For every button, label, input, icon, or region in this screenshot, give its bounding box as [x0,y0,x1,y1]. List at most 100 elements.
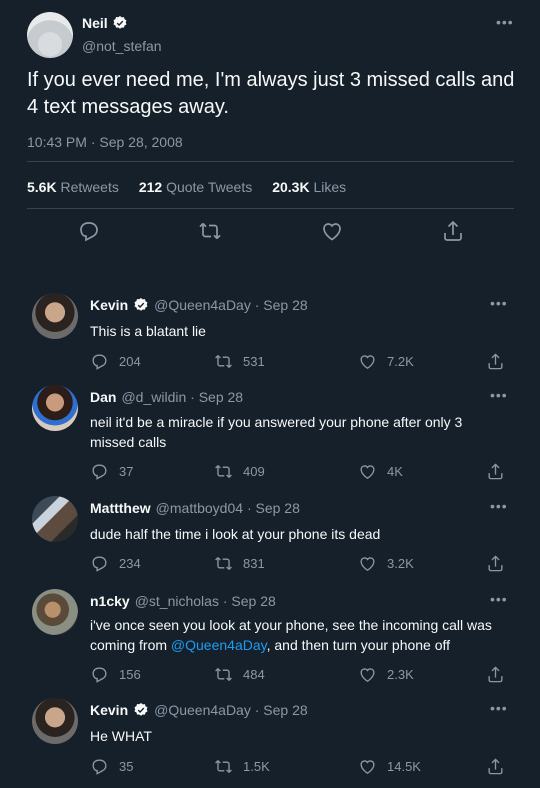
share-button[interactable] [486,554,505,573]
reply-date[interactable]: · Sep 28 [255,702,308,718]
avatar[interactable] [32,698,78,744]
retweet-icon [214,757,233,776]
author-name[interactable]: Neil [82,15,128,31]
author-handle[interactable]: @mattboyd04 [156,500,243,516]
retweet-button[interactable]: 409 [214,462,265,481]
more-icon[interactable]: ••• [490,498,508,514]
like-icon [358,665,377,684]
reply-icon [90,462,109,481]
share-icon [486,757,505,776]
reply-actions: 156 484 2.3K [90,665,510,685]
like-icon [358,757,377,776]
reply-button[interactable]: 37 [90,462,133,481]
like-icon[interactable] [320,219,344,243]
retweet-icon [214,665,233,684]
avatar[interactable] [32,293,78,339]
more-icon[interactable]: ••• [496,14,514,30]
reply-date[interactable]: · Sep 28 [190,389,243,405]
reply-text: dude half the time i look at your phone … [90,526,381,542]
retweet-icon [214,462,233,481]
author-handle[interactable]: @st_nicholas [135,593,219,609]
share-button[interactable] [486,757,505,776]
author-name[interactable]: Dan [90,389,116,405]
reply-icon [90,554,109,573]
share-button[interactable] [486,352,505,371]
divider [27,208,514,209]
reply-icon [90,757,109,776]
like-button[interactable]: 2.3K [358,665,414,684]
reply-header: n1cky @st_nicholas · Sep 28 [90,593,276,609]
author-handle[interactable]: @not_stefan [82,38,162,54]
retweet-button[interactable]: 531 [214,352,265,371]
more-icon[interactable]: ••• [490,295,508,311]
author-handle[interactable]: @d_wildin [121,389,186,405]
share-button[interactable] [486,665,505,684]
reply-header: Kevin @Queen4aDay · Sep 28 [90,297,308,313]
main-tweet-actions [0,219,540,243]
verified-badge-icon [133,702,149,718]
share-icon [486,352,505,371]
reply-actions: 234 831 3.2K [90,554,510,574]
like-button[interactable]: 3.2K [358,554,414,573]
reply-header: Kevin @Queen4aDay · Sep 28 [90,702,308,718]
retweet-button[interactable]: 1.5K [214,757,270,776]
avatar[interactable] [32,589,78,635]
reply-button[interactable]: 204 [90,352,141,371]
tweet-text: If you ever need me, I'm always just 3 m… [27,69,515,118]
like-button[interactable]: 7.2K [358,352,414,371]
retweet-icon[interactable] [198,219,222,243]
reply-header: Dan @d_wildin · Sep 28 [90,389,243,405]
reply-actions: 35 1.5K 14.5K [90,757,510,777]
like-button[interactable]: 14.5K [358,757,421,776]
divider [27,161,514,162]
share-icon [486,665,505,684]
author-name[interactable]: Mattthew [90,500,151,516]
avatar[interactable] [32,385,78,431]
verified-badge-icon [112,15,128,31]
more-icon[interactable]: ••• [490,591,508,607]
like-button[interactable]: 4K [358,462,403,481]
like-icon [358,554,377,573]
reply-button[interactable]: 234 [90,554,141,573]
tweet-stats: 5.6K Retweets 212 Quote Tweets 20.3K Lik… [27,179,346,195]
reply-text: He WHAT [90,728,152,744]
reply-date[interactable]: · Sep 28 [223,593,276,609]
reply-header: Mattthew @mattboyd04 · Sep 28 [90,500,300,516]
author-handle[interactable]: @Queen4aDay [154,702,251,718]
share-icon[interactable] [441,219,465,243]
verified-badge-icon [133,297,149,313]
quote-tweets-stat[interactable]: 212 Quote Tweets [139,179,252,195]
avatar[interactable] [27,12,73,58]
likes-stat[interactable]: 20.3K Likes [272,179,346,195]
author-name[interactable]: n1cky [90,593,130,609]
reply-actions: 204 531 7.2K [90,352,510,372]
retweet-button[interactable]: 831 [214,554,265,573]
reply-icon [90,352,109,371]
reply-date[interactable]: · Sep 28 [255,297,308,313]
retweet-icon [214,554,233,573]
reply-text: This is a blatant lie [90,323,206,339]
reply-actions: 37 409 4K [90,462,510,482]
reply-icon [90,665,109,684]
author-name[interactable]: Kevin [90,297,128,313]
author-handle[interactable]: @Queen4aDay [154,297,251,313]
mention-link[interactable]: @Queen4aDay [171,637,267,653]
like-icon [358,352,377,371]
reply-date[interactable]: · Sep 28 [247,500,300,516]
reply-button[interactable]: 156 [90,665,141,684]
more-icon[interactable]: ••• [490,387,508,403]
retweets-stat[interactable]: 5.6K Retweets [27,179,119,195]
share-icon [486,554,505,573]
avatar[interactable] [32,496,78,542]
reply-text: i've once seen you look at your phone, s… [90,617,492,653]
reply-icon[interactable] [77,219,101,243]
share-icon [486,462,505,481]
share-button[interactable] [486,462,505,481]
author-name[interactable]: Kevin [90,702,128,718]
retweet-button[interactable]: 484 [214,665,265,684]
like-icon [358,462,377,481]
reply-button[interactable]: 35 [90,757,133,776]
reply-text: neil it'd be a miracle if you answered y… [90,414,463,450]
tweet-timestamp[interactable]: 10:43 PM · Sep 28, 2008 [27,134,183,150]
more-icon[interactable]: ••• [490,700,508,716]
